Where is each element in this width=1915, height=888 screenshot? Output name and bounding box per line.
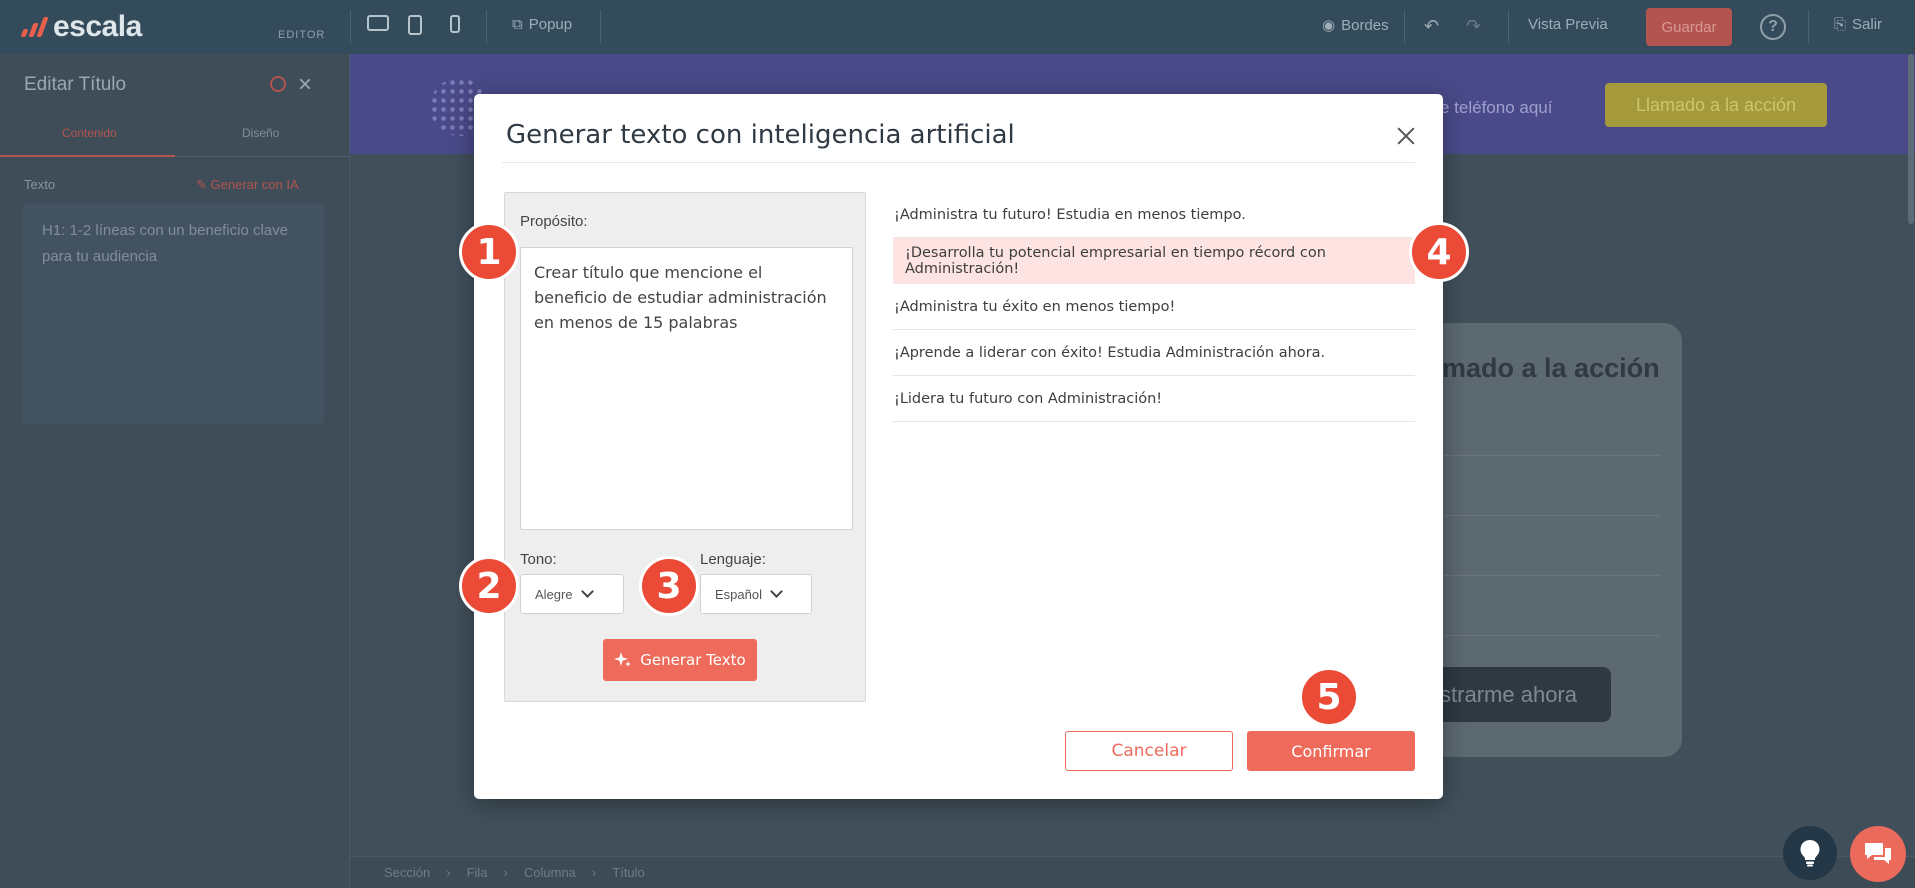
canvas-scrollbar[interactable] [1908,54,1914,224]
generated-results-list: ¡Administra tu futuro! Estudia en menos … [893,192,1415,422]
tab-diseno[interactable]: Diseño [242,126,279,140]
desktop-icon[interactable] [367,15,389,31]
result-option[interactable]: ¡Administra tu éxito en menos tiempo! [893,284,1415,330]
modal-divider [502,162,1415,163]
chat-button[interactable] [1850,826,1906,882]
redo-button[interactable]: ↷ [1466,16,1481,37]
chevron-down-icon [580,585,594,598]
tono-value: Alegre [535,586,573,602]
generar-texto-button[interactable]: Generar Texto [603,639,757,681]
editor-topbar: escala EDITOR ⧉ Popup ◉ Bordes ↶ ↷ Vista… [0,0,1915,54]
result-option[interactable]: ¡Administra tu futuro! Estudia en menos … [893,192,1415,238]
escala-logo: escala [20,10,142,44]
step-marker-4: 4 [1409,222,1469,282]
tono-label: Tono: [520,551,557,568]
result-option-selected[interactable]: ¡Desarrolla tu potencial empresarial en … [893,238,1415,284]
tablet-icon[interactable] [408,15,422,35]
divider [600,10,601,44]
lightbulb-icon [1800,840,1820,867]
hero-phone-text: e teléfono aquí [1440,98,1553,117]
modal-title: Generar texto con inteligencia artificia… [506,120,1015,150]
divider [486,10,487,44]
popup-icon: ⧉ [512,16,523,33]
divider [350,10,351,44]
bordes-toggle[interactable]: ◉ Bordes [1322,16,1389,35]
tab-underline [0,155,175,157]
panel-title: Editar Título [24,74,127,95]
logo-bars-icon [20,17,49,37]
breadcrumb-item[interactable]: Sección [384,865,430,880]
divider [1808,10,1809,44]
generation-form: Propósito: Tono: Alegre Lenguaje: Españo… [504,192,866,702]
divider [1404,10,1405,44]
step-marker-2: 2 [459,556,519,616]
undo-button[interactable]: ↶ [1424,16,1439,37]
editor-tag: EDITOR [278,29,326,41]
mobile-icon[interactable] [450,15,460,33]
divider [1508,10,1509,44]
close-icon[interactable]: × [298,71,312,99]
close-icon[interactable] [1394,124,1418,148]
salir-button[interactable]: ⎘ Salir [1834,16,1882,33]
result-option[interactable]: ¡Aprende a liderar con éxito! Estudia Ad… [893,330,1415,376]
tono-select[interactable]: Alegre [520,574,624,614]
exit-icon: ⎘ [1834,16,1847,33]
texto-label: Texto [24,177,56,192]
generar-ia-link[interactable]: ✎ Generar con IA [196,177,299,193]
lenguaje-label: Lenguaje: [700,551,766,568]
chevron-down-icon [770,585,783,598]
cancel-button[interactable]: Cancelar [1065,731,1233,771]
step-marker-1: 1 [459,222,519,282]
eye-icon: ◉ [1322,17,1336,34]
left-panel: Editar Título × Contenido Diseño Texto ✎… [0,54,350,888]
hero-cta-button[interactable]: Llamado a la acción [1605,83,1827,127]
sparkle-icon [614,652,632,667]
breadcrumb-item[interactable]: Fila [467,865,488,880]
breadcrumb-item[interactable]: Título [612,865,645,880]
tab-line [175,156,350,157]
proposito-textarea[interactable] [520,247,853,530]
undo-icon: ↶ [1424,16,1440,36]
ai-text-modal: Generar texto con inteligencia artificia… [474,94,1443,799]
help-icon[interactable]: ? [1760,14,1786,40]
proposito-label: Propósito: [520,213,588,230]
guardar-button[interactable]: Guardar [1646,8,1732,46]
tab-contenido[interactable]: Contenido [62,126,117,140]
form-card-title: mado a la acción [1442,353,1660,383]
result-option[interactable]: ¡Lidera tu futuro con Administración! [893,376,1415,422]
lenguaje-select[interactable]: Español [700,574,812,614]
popup-button[interactable]: ⧉ Popup [512,16,572,33]
tips-button[interactable] [1783,826,1837,880]
confirm-button[interactable]: Confirmar [1247,731,1415,771]
redo-icon: ↷ [1466,16,1482,36]
title-text-field[interactable]: H1: 1-2 líneas con un beneficio clave pa… [22,204,324,424]
breadcrumb-item[interactable]: Columna [524,865,576,880]
step-marker-3: 3 [639,556,699,616]
vista-previa-button[interactable]: Vista Previa [1528,16,1608,33]
gear-icon[interactable] [270,76,286,92]
step-marker-5: 5 [1299,667,1359,727]
logo-text: escala [53,10,142,43]
breadcrumb: Sección › Fila › Columna › Título [350,856,1915,888]
chat-icon [1865,843,1891,864]
lenguaje-value: Español [715,586,762,602]
